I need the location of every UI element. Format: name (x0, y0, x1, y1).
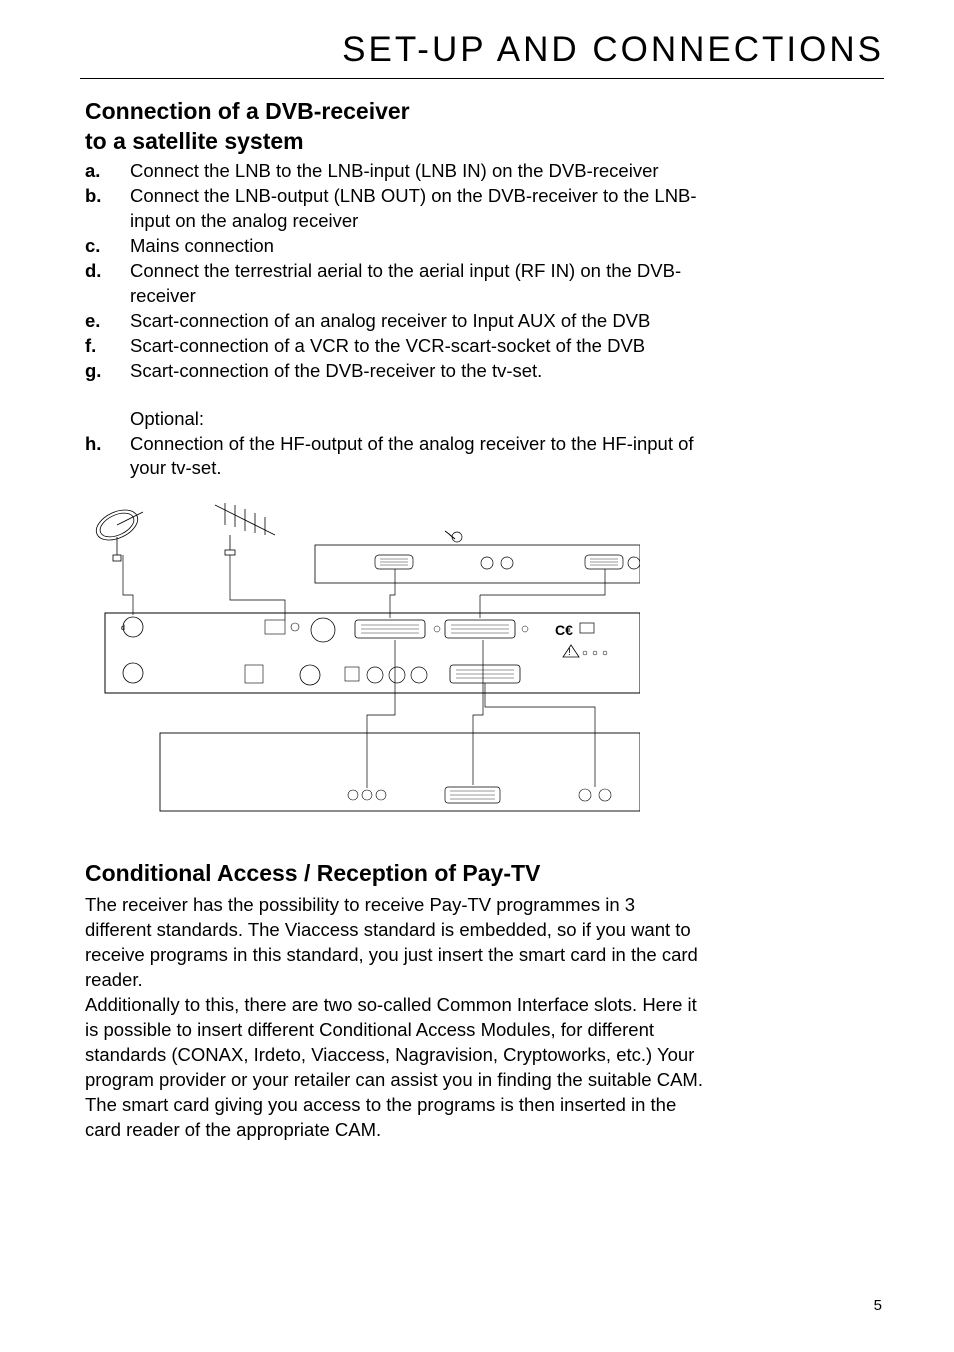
section2-heading: Conditional Access / Reception of Pay-TV (85, 860, 704, 887)
step-item-a: a. Connect the LNB to the LNB-input (LNB… (85, 159, 704, 184)
step-text: Scart-connection of a VCR to the VCR-sca… (130, 334, 704, 359)
step-text: Connect the terrestrial aerial to the ae… (130, 259, 704, 309)
step-letter: d. (85, 259, 130, 309)
step-letter: b. (85, 184, 130, 234)
step-letter: g. (85, 359, 130, 384)
step-text: Scart-connection of the DVB-receiver to … (130, 359, 704, 384)
step-text: Connect the LNB-output (LNB OUT) on the … (130, 184, 704, 234)
step-letter: a. (85, 159, 130, 184)
optional-step-list: h. Connection of the HF-output of the an… (85, 432, 704, 482)
step-item-c: c. Mains connection (85, 234, 704, 259)
optional-label: Optional: (130, 408, 704, 430)
heading-line-2: to a satellite system (85, 128, 304, 154)
step-item-g: g. Scart-connection of the DVB-receiver … (85, 359, 704, 384)
heading-line-1: Connection of a DVB-receiver (85, 98, 410, 124)
satellite-dish-icon (92, 504, 143, 561)
step-letter: c. (85, 234, 130, 259)
section1-heading: Connection of a DVB-receiver to a satell… (85, 97, 704, 157)
step-item-d: d. Connect the terrestrial aerial to the… (85, 259, 704, 309)
svg-text:!: ! (568, 647, 571, 658)
tv-vcr-icon (160, 733, 640, 811)
antenna-icon (215, 503, 275, 555)
section2-para2: Additionally to this, there are two so-c… (85, 993, 704, 1093)
svg-text:C€: C€ (555, 622, 573, 638)
step-text: Mains connection (130, 234, 704, 259)
connection-lines (123, 531, 605, 788)
step-item-f: f. Scart-connection of a VCR to the VCR-… (85, 334, 704, 359)
step-letter: f. (85, 334, 130, 359)
page-number: 5 (874, 1297, 882, 1314)
step-text: Scart-connection of an analog receiver t… (130, 309, 704, 334)
step-letter: e. (85, 309, 130, 334)
analog-receiver-icon (315, 545, 640, 583)
step-list: a. Connect the LNB to the LNB-input (LNB… (85, 159, 704, 384)
step-item-b: b. Connect the LNB-output (LNB OUT) on t… (85, 184, 704, 234)
step-text: Connect the LNB to the LNB-input (LNB IN… (130, 159, 704, 184)
step-text: Connection of the HF-output of the analo… (130, 432, 704, 482)
page-header: SET-UP AND CONNECTIONS (80, 30, 884, 79)
content-area: Connection of a DVB-receiver to a satell… (80, 97, 884, 1143)
connection-diagram: d C€ ! (85, 495, 640, 825)
section2-para1: The receiver has the possibility to rece… (85, 893, 704, 993)
step-item-e: e. Scart-connection of an analog receive… (85, 309, 704, 334)
section2-para3: The smart card giving you access to the … (85, 1093, 704, 1143)
step-letter: h. (85, 432, 130, 482)
step-item-h: h. Connection of the HF-output of the an… (85, 432, 704, 482)
svg-text:d: d (121, 625, 125, 632)
